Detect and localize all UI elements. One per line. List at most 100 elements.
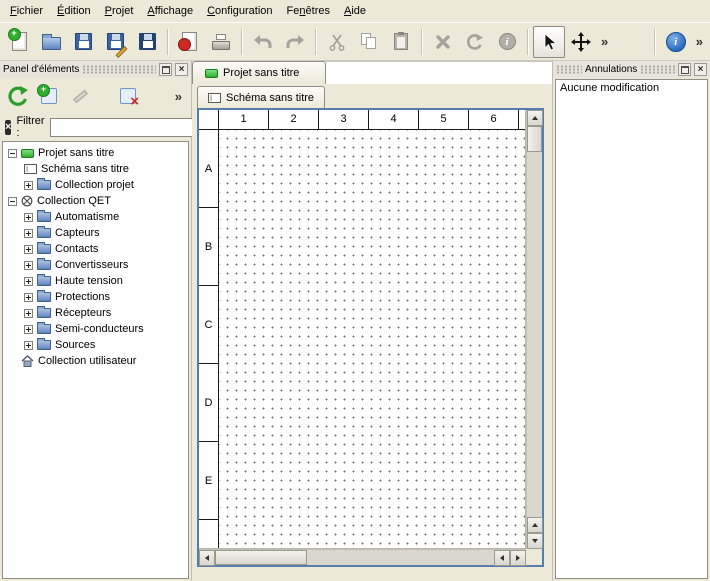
collapse-icon[interactable] — [8, 197, 17, 206]
expand-icon[interactable] — [24, 245, 33, 254]
menu-configuration[interactable]: Configuration — [200, 2, 279, 20]
menu-affichage[interactable]: Affichage — [140, 2, 200, 20]
scroll-up-button-2[interactable] — [527, 517, 543, 533]
tree-item-collection-qet[interactable]: Collection QET — [3, 193, 188, 209]
paste-icon — [394, 33, 408, 50]
elements-panel-title: Panel d'éléments — [3, 64, 79, 75]
close-dock-button[interactable] — [175, 63, 188, 76]
cut-button[interactable] — [321, 26, 353, 58]
about-qet-button[interactable] — [660, 26, 692, 58]
save-as-button[interactable] — [99, 26, 131, 58]
row-ruler: A B C D E — [199, 130, 219, 548]
qet-icon — [21, 195, 33, 207]
elements-panel-titlebar[interactable]: Panel d'éléments — [0, 61, 191, 78]
float-dock-button[interactable] — [159, 63, 172, 76]
menu-fichier[interactable]: Fichier — [3, 2, 50, 20]
float-dock-button[interactable] — [678, 63, 691, 76]
folder-icon — [37, 276, 51, 286]
horizontal-scroll-thumb[interactable] — [215, 550, 307, 565]
print-button[interactable] — [205, 26, 237, 58]
row-label: E — [199, 442, 218, 520]
delete-element-button[interactable] — [115, 83, 141, 109]
scroll-up-button[interactable] — [527, 110, 543, 126]
tree-item-sources[interactable]: Sources — [3, 337, 188, 353]
schema-icon — [208, 93, 221, 103]
expand-icon[interactable] — [24, 261, 33, 270]
move-tool-button[interactable] — [565, 26, 597, 58]
expand-icon[interactable] — [24, 213, 33, 222]
mdi-area: Projet sans titre Schéma sans titre 1 — [192, 61, 552, 581]
edit-element-button[interactable] — [67, 83, 93, 109]
open-project-button[interactable] — [35, 26, 67, 58]
paste-button[interactable] — [385, 26, 417, 58]
menu-edition[interactable]: Édition — [50, 2, 98, 20]
column-label: 6 — [469, 110, 519, 129]
tree-item-recepteurs[interactable]: Récepteurs — [3, 305, 188, 321]
home-icon — [21, 355, 34, 367]
new-document-button[interactable] — [3, 26, 35, 58]
toolbar-separator — [654, 29, 656, 55]
toolbar-separator — [241, 29, 243, 55]
undo-button[interactable] — [247, 26, 279, 58]
undo-dock: Annulations Aucune modification — [552, 61, 710, 581]
tree-item-semi-conducteurs[interactable]: Semi-conducteurs — [3, 321, 188, 337]
vertical-scrollbar[interactable] — [526, 110, 542, 549]
tab-projet-sans-titre[interactable]: Projet sans titre — [192, 61, 326, 84]
redo-button[interactable] — [279, 26, 311, 58]
new-element-button[interactable] — [36, 83, 62, 109]
scroll-right-button[interactable] — [510, 550, 526, 566]
info-icon — [499, 33, 516, 50]
filter-input[interactable] — [50, 118, 200, 137]
expand-icon[interactable] — [24, 309, 33, 318]
expand-icon[interactable] — [24, 341, 33, 350]
close-file-button[interactable] — [173, 26, 205, 58]
expand-icon[interactable] — [24, 293, 33, 302]
tab-schema-sans-titre[interactable]: Schéma sans titre — [197, 86, 325, 108]
toolbar-overflow-button[interactable]: » — [597, 34, 612, 49]
tree-item-schema-sans-titre[interactable]: Schéma sans titre — [3, 161, 188, 177]
scroll-left-button[interactable] — [199, 550, 215, 566]
scroll-down-button[interactable] — [527, 533, 543, 549]
move-arrows-icon — [571, 32, 591, 52]
expand-icon[interactable] — [24, 277, 33, 286]
diagram-canvas[interactable] — [219, 130, 525, 548]
tree-item-convertisseurs[interactable]: Convertisseurs — [3, 257, 188, 273]
tree-item-collection-utilisateur[interactable]: Collection utilisateur — [3, 353, 188, 369]
tree-item-contacts[interactable]: Contacts — [3, 241, 188, 257]
toolbar-separator — [167, 29, 169, 55]
elements-tree: Projet sans titre Schéma sans titre Coll… — [2, 141, 189, 579]
vertical-scroll-thumb[interactable] — [527, 126, 542, 152]
tree-item-automatisme[interactable]: Automatisme — [3, 209, 188, 225]
clear-filter-icon[interactable] — [5, 120, 11, 135]
delete-element-icon — [120, 88, 136, 104]
diagram-info-button[interactable] — [491, 26, 523, 58]
project-child-window: Schéma sans titre 1 2 3 4 5 6 — [197, 86, 544, 567]
tree-item-capteurs[interactable]: Capteurs — [3, 225, 188, 241]
copy-button[interactable] — [353, 26, 385, 58]
save-all-button[interactable] — [131, 26, 163, 58]
scroll-left-button-2[interactable] — [494, 550, 510, 566]
expand-icon[interactable] — [24, 229, 33, 238]
menu-aide[interactable]: Aide — [337, 2, 373, 20]
expand-icon[interactable] — [24, 181, 33, 190]
tree-item-protections[interactable]: Protections — [3, 289, 188, 305]
reload-collections-button[interactable] — [5, 83, 31, 109]
menu-fenetres[interactable]: Fenêtres — [280, 2, 337, 20]
tree-item-projet-sans-titre[interactable]: Projet sans titre — [3, 145, 188, 161]
toolbar-overflow-button-2[interactable]: » — [692, 34, 707, 49]
save-button[interactable] — [67, 26, 99, 58]
tree-item-haute-tension[interactable]: Haute tension — [3, 273, 188, 289]
undo-dock-titlebar[interactable]: Annulations — [553, 61, 710, 78]
diagram-view[interactable]: 1 2 3 4 5 6 A B C D E — [199, 110, 526, 549]
expand-icon[interactable] — [24, 325, 33, 334]
horizontal-scrollbar[interactable] — [199, 549, 526, 565]
menu-projet[interactable]: Projet — [98, 2, 141, 20]
select-tool-button[interactable] — [533, 26, 565, 58]
undo-history-item[interactable]: Aucune modification — [556, 80, 707, 96]
rotate-button[interactable] — [459, 26, 491, 58]
panel-overflow-button[interactable]: » — [171, 89, 186, 104]
close-dock-button[interactable] — [694, 63, 707, 76]
delete-button[interactable] — [427, 26, 459, 58]
tree-item-collection-projet[interactable]: Collection projet — [3, 177, 188, 193]
collapse-icon[interactable] — [8, 149, 17, 158]
